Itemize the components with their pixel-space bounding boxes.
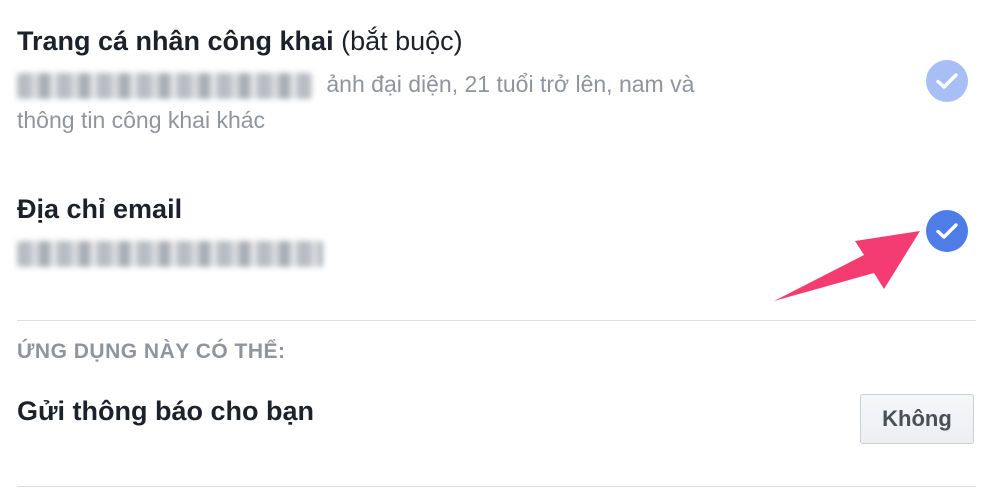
checkmark-icon [936, 73, 958, 89]
public-profile-check[interactable] [926, 60, 968, 102]
divider [17, 320, 976, 321]
public-profile-desc-line1: ảnh đại diện, 21 tuổi trở lên, nam và [326, 71, 695, 97]
pointer-arrow-icon [774, 231, 920, 301]
checkmark-icon [936, 223, 958, 239]
notifications-label: Gửi thông báo cho bạn [17, 396, 315, 426]
email-check[interactable] [926, 210, 968, 252]
redacted-name [17, 72, 312, 99]
notifications-toggle-button[interactable]: Không [860, 394, 974, 444]
redacted-email [17, 240, 323, 267]
public-profile-description: ảnh đại diện, 21 tuổi trở lên, nam và th… [17, 66, 694, 138]
section-label: ỨNG DỤNG NÀY CÓ THỂ: [17, 340, 286, 363]
divider-bottom [17, 486, 976, 487]
public-profile-title-text: Trang cá nhân công khai [17, 26, 334, 56]
required-note: (bắt buộc) [341, 26, 463, 56]
email-title: Địa chỉ email [17, 194, 183, 224]
public-profile-desc-line2: thông tin công khai khác [17, 107, 266, 133]
email-value-redacted [17, 234, 323, 270]
public-profile-title: Trang cá nhân công khai (bắt buộc) [17, 26, 463, 57]
